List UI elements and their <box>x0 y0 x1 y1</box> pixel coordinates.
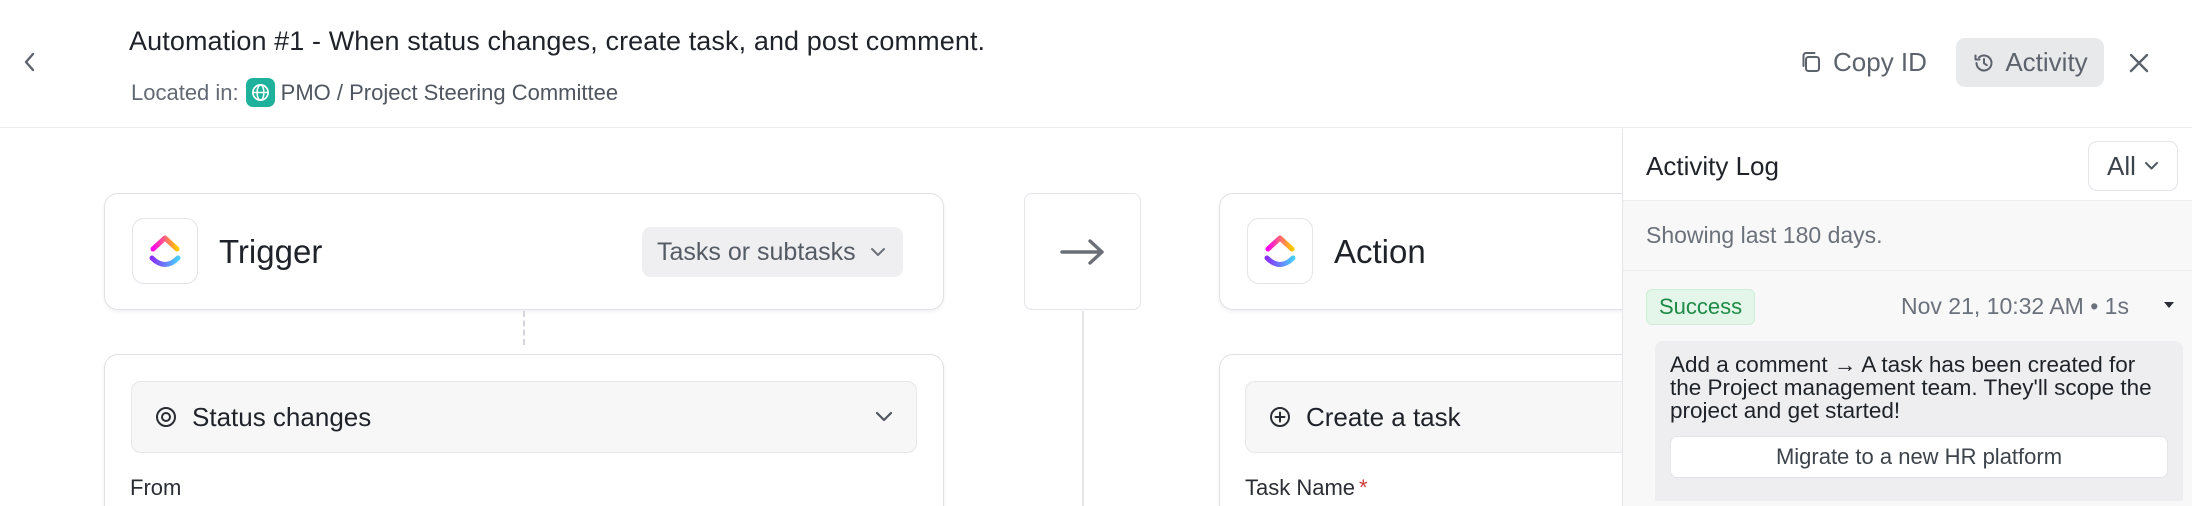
copy-icon <box>1802 52 1820 72</box>
flow-arrow <box>1024 193 1141 310</box>
status-changes-row[interactable]: Status changes <box>131 381 917 453</box>
status-badge: Success <box>1646 289 1756 325</box>
clickup-logo <box>1247 218 1313 284</box>
automation-canvas: Trigger Tasks or subtasks Status changes… <box>0 129 1622 506</box>
location-label: Located in: <box>131 79 239 105</box>
trigger-title: Trigger <box>219 233 323 270</box>
from-field-label: From <box>130 475 182 500</box>
activity-range-note: Showing last 180 days. <box>1646 222 1883 248</box>
activity-filter-select[interactable]: All <box>2088 141 2178 191</box>
trigger-condition-label: Status changes <box>192 401 372 432</box>
log-message: Add a comment → A task has been created … <box>1670 352 2152 423</box>
chevron-down-icon <box>870 248 885 256</box>
action-step-label: Create a task <box>1306 401 1461 432</box>
task-name-label-text: Task Name <box>1245 475 1356 500</box>
required-marker: * <box>1359 475 1368 500</box>
trigger-card[interactable]: Trigger Tasks or subtasks <box>104 193 944 310</box>
activity-log-title: Activity Log <box>1646 151 1779 181</box>
globe-icon <box>245 78 275 107</box>
trigger-scope-select[interactable]: Tasks or subtasks <box>642 227 903 277</box>
chevron-down-icon <box>2144 162 2158 170</box>
create-task-row[interactable]: Create a task <box>1245 381 1622 453</box>
trigger-connector <box>523 311 525 345</box>
action-card[interactable]: Action <box>1219 193 1622 310</box>
action-step-card: Create a task Task Name * <box>1219 354 1622 506</box>
trigger-condition-card: Status changes From <box>104 354 944 506</box>
back-button[interactable] <box>14 46 46 78</box>
activity-log-header: Activity Log All <box>1623 129 2192 201</box>
log-timestamp: Nov 21, 10:32 AM • 1s <box>1901 293 2129 319</box>
plus-circle-icon <box>1270 407 1290 427</box>
activity-button[interactable]: Activity <box>1956 38 2104 87</box>
collapse-toggle[interactable] <box>2159 295 2179 315</box>
activity-log-panel: Activity Log All Showing last 180 days. … <box>1622 129 2192 506</box>
location-path-link[interactable]: PMO / Project Steering Committee <box>281 80 618 106</box>
log-detail: Add a comment → A task has been created … <box>1655 341 2183 501</box>
task-name-field-label: Task Name * <box>1245 475 1368 501</box>
flow-connector-line <box>1082 311 1084 506</box>
activity-label: Activity <box>2005 47 2088 77</box>
chevron-left-icon <box>24 52 35 72</box>
history-icon <box>1974 54 1993 71</box>
activity-range-band: Showing last 180 days. <box>1623 201 2192 271</box>
location-breadcrumb: Located in: PMO / Project Steering Commi… <box>131 78 618 107</box>
action-title: Action <box>1334 233 1426 270</box>
page-title: Automation #1 - When status changes, cre… <box>129 26 986 56</box>
clickup-logo <box>132 218 198 284</box>
log-entry[interactable]: Success Nov 21, 10:32 AM • 1s Add a comm… <box>1623 271 2192 506</box>
caret-down-icon <box>2164 302 2174 308</box>
activity-filter-value: All <box>2107 150 2136 181</box>
automation-header: Automation #1 - When status changes, cre… <box>0 0 2192 128</box>
copy-id-button[interactable]: Copy ID <box>1793 40 1933 84</box>
chevron-down-icon <box>875 411 893 422</box>
close-button[interactable] <box>2120 44 2158 82</box>
close-icon <box>2129 53 2149 73</box>
trigger-scope-value: Tasks or subtasks <box>657 237 856 266</box>
copy-id-label: Copy ID <box>1833 46 1927 77</box>
task-link[interactable]: Migrate to a new HR platform <box>1670 436 2168 478</box>
target-icon <box>156 407 176 427</box>
arrow-right-icon <box>1059 238 1104 265</box>
